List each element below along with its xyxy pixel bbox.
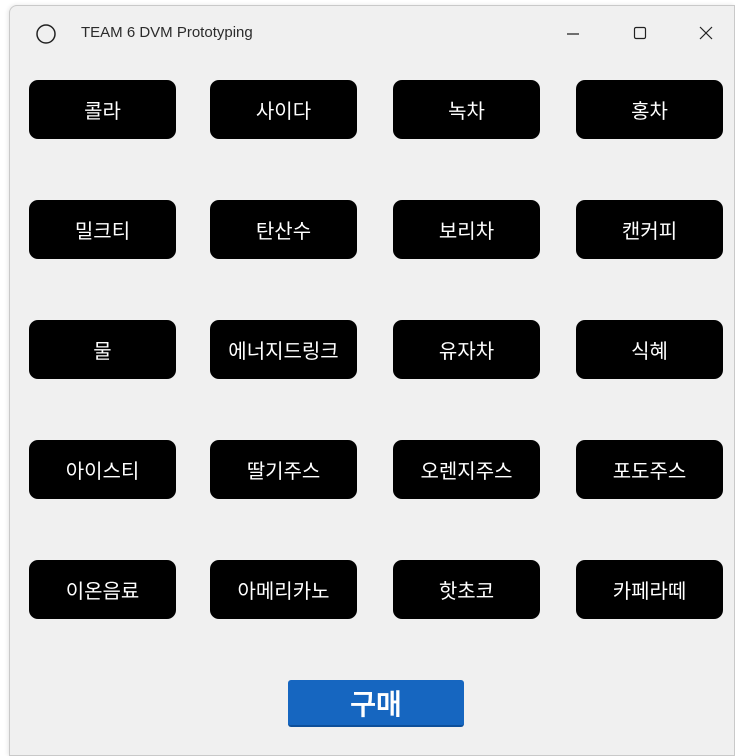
app-window: TEAM 6 DVM Prototyping 콜라 사이다 녹차 홍차 밀크티 … xyxy=(9,5,735,756)
minimize-icon xyxy=(566,25,580,44)
drink-button-citron-tea[interactable]: 유자차 xyxy=(393,320,540,379)
drink-button-water[interactable]: 물 xyxy=(29,320,176,379)
drink-button-energy-drink[interactable]: 에너지드링크 xyxy=(210,320,357,379)
drink-button-milk-tea[interactable]: 밀크티 xyxy=(29,200,176,259)
circle-icon xyxy=(36,24,56,44)
minimize-button[interactable] xyxy=(553,18,593,50)
drink-button-green-tea[interactable]: 녹차 xyxy=(393,80,540,139)
close-button[interactable] xyxy=(686,18,726,50)
drink-button-cola[interactable]: 콜라 xyxy=(29,80,176,139)
drink-button-canned-coffee[interactable]: 캔커피 xyxy=(576,200,723,259)
drink-button-barley-tea[interactable]: 보리차 xyxy=(393,200,540,259)
close-icon xyxy=(699,25,713,44)
drink-button-grape-juice[interactable]: 포도주스 xyxy=(576,440,723,499)
drink-button-black-tea[interactable]: 홍차 xyxy=(576,80,723,139)
drink-button-cafe-latte[interactable]: 카페라떼 xyxy=(576,560,723,619)
drink-button-cider[interactable]: 사이다 xyxy=(210,80,357,139)
maximize-icon xyxy=(633,25,647,44)
drink-button-sparkling-water[interactable]: 탄산수 xyxy=(210,200,357,259)
drink-button-ion-drink[interactable]: 이온음료 xyxy=(29,560,176,619)
purchase-button[interactable]: 구매 xyxy=(288,680,464,727)
window-title: TEAM 6 DVM Prototyping xyxy=(81,24,253,41)
drink-button-orange-juice[interactable]: 오렌지주스 xyxy=(393,440,540,499)
drink-button-sikhye[interactable]: 식혜 xyxy=(576,320,723,379)
drink-button-strawberry-juice[interactable]: 딸기주스 xyxy=(210,440,357,499)
maximize-button[interactable] xyxy=(620,18,660,50)
drink-button-americano[interactable]: 아메리카노 xyxy=(210,560,357,619)
title-bar[interactable]: TEAM 6 DVM Prototyping xyxy=(10,6,734,60)
drink-button-hot-chocolate[interactable]: 핫초코 xyxy=(393,560,540,619)
drink-button-iced-tea[interactable]: 아이스티 xyxy=(29,440,176,499)
